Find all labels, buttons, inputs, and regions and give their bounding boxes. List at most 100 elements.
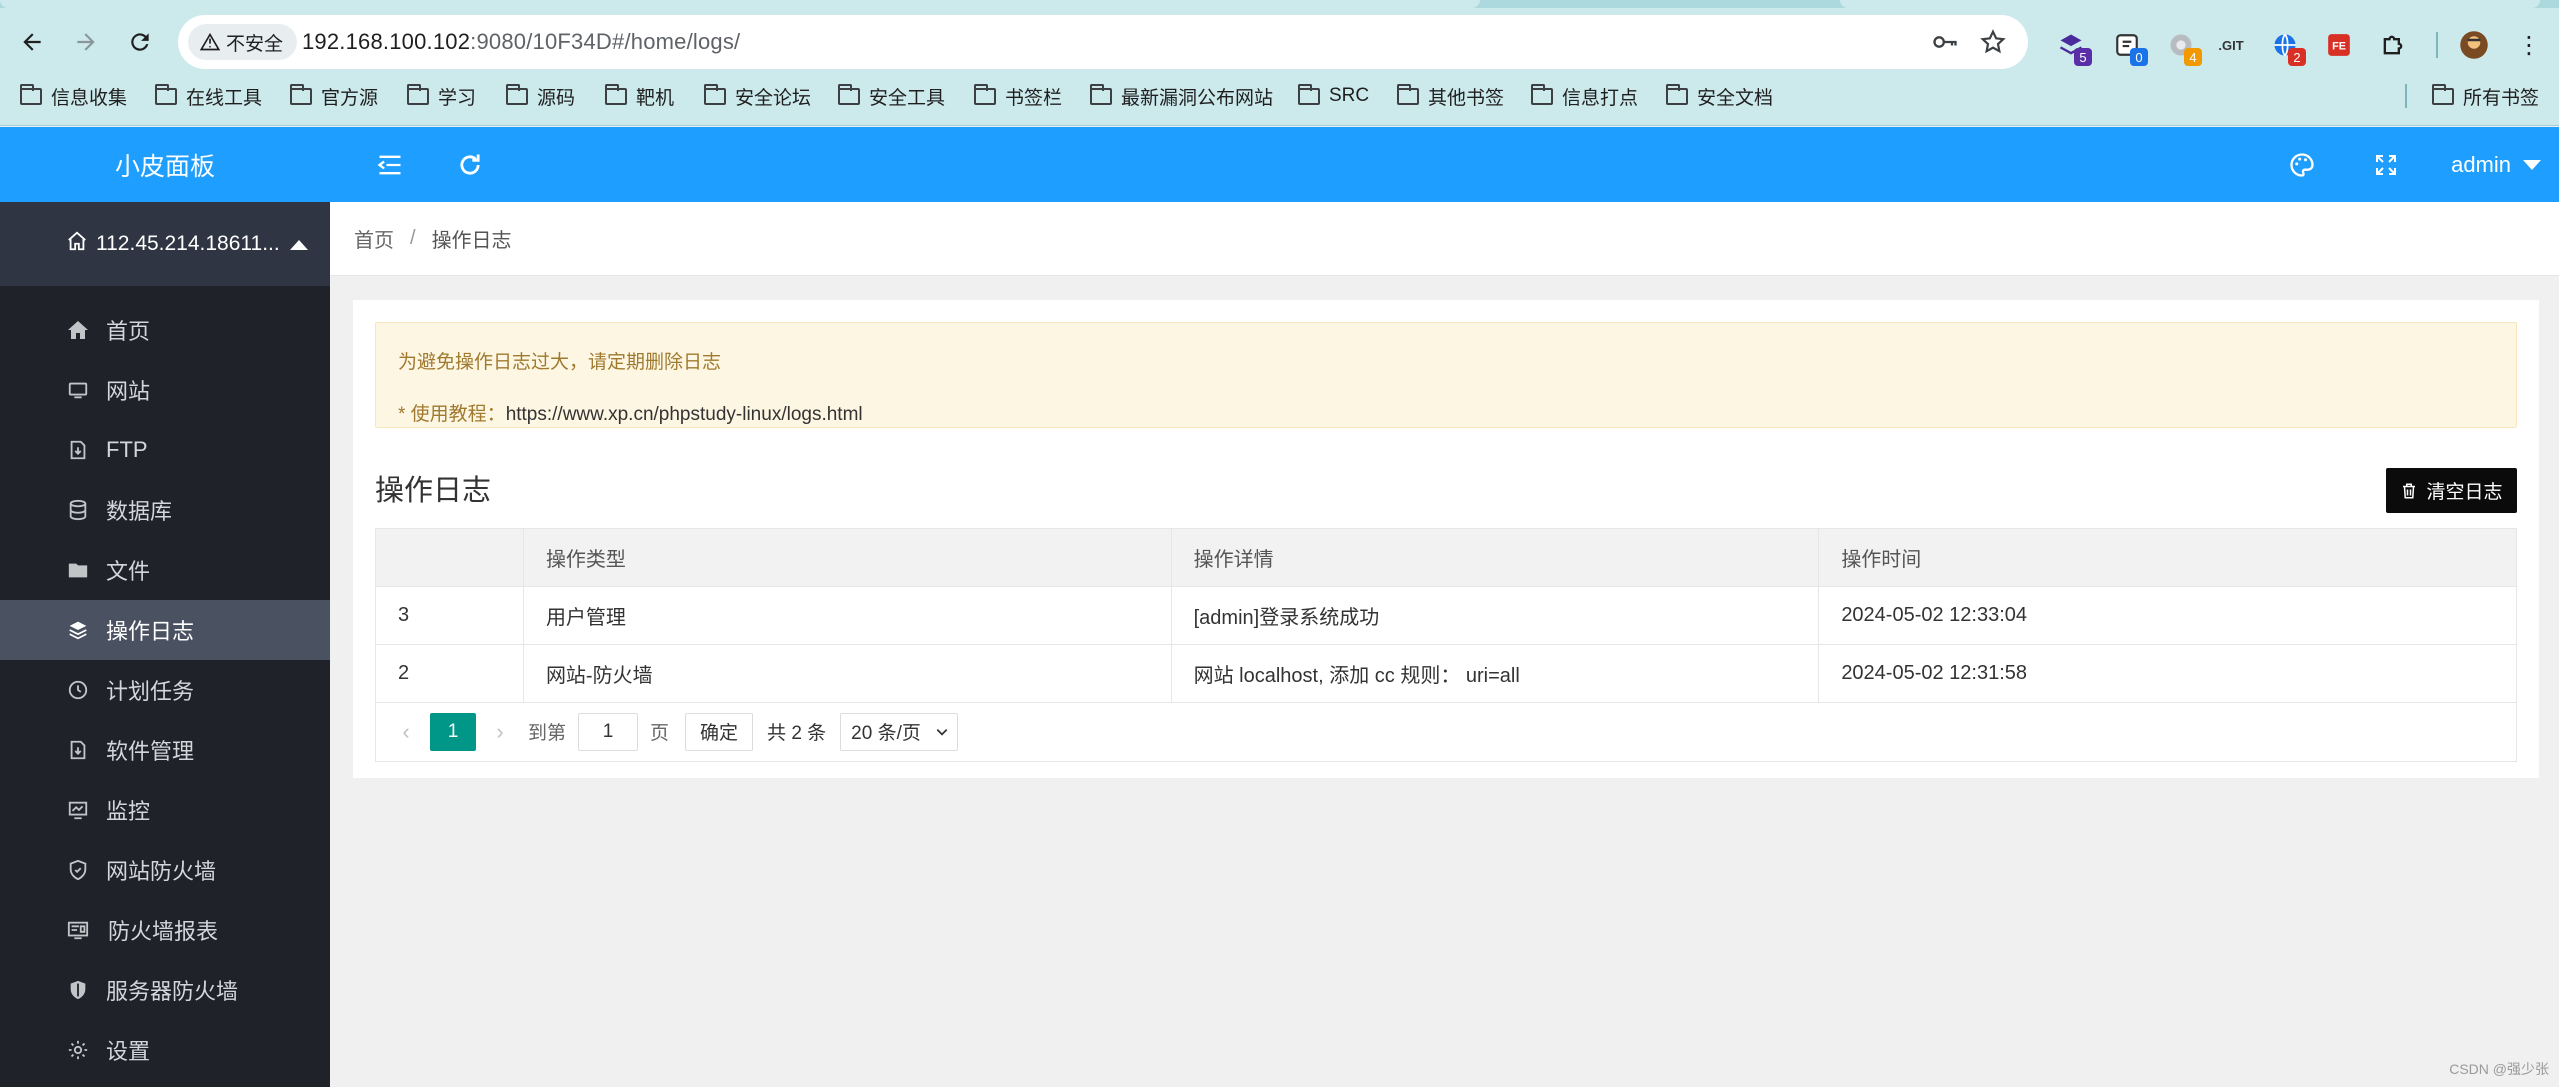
bookmark-folder[interactable]: 书签栏 xyxy=(974,76,1062,116)
bookmark-folder[interactable]: 信息收集 xyxy=(20,76,127,116)
column-header-time: 操作时间 xyxy=(1818,528,2517,587)
bookmark-folder[interactable]: 最新漏洞公布网站 xyxy=(1090,76,1273,116)
package-icon xyxy=(66,738,90,762)
bookmark-label: 安全工具 xyxy=(869,87,946,109)
user-menu[interactable]: admin xyxy=(2451,127,2541,202)
sidebar-item-website[interactable]: 网站 xyxy=(0,360,330,420)
table-header-row: 操作类型 操作详情 操作时间 xyxy=(375,528,2517,587)
reload-button[interactable] xyxy=(120,22,160,62)
bookmark-folder[interactable]: 源码 xyxy=(506,76,575,116)
watermark: CSDN @强少张 xyxy=(2449,1061,2549,1077)
shield-icon xyxy=(66,858,90,882)
sidebar-item-software[interactable]: 软件管理 xyxy=(0,720,330,780)
all-bookmarks-folder[interactable]: 所有书签 xyxy=(2432,76,2539,116)
extension-badge: 2 xyxy=(2288,48,2306,66)
chevron-right-icon: › xyxy=(496,718,504,744)
fullscreen-button[interactable] xyxy=(2366,127,2406,202)
page-number-current[interactable]: 1 xyxy=(430,712,476,751)
bookmark-star-button[interactable] xyxy=(1978,27,2008,57)
menu-fold-icon xyxy=(377,155,401,174)
extensions-menu-button[interactable] xyxy=(2376,28,2410,62)
bookmark-label: 信息打点 xyxy=(1562,87,1639,109)
column-header-detail: 操作详情 xyxy=(1170,528,1820,587)
sidebar-item-server-firewall[interactable]: 服务器防火墙 xyxy=(0,960,330,1020)
breadcrumb-separator: / xyxy=(410,227,416,249)
bookmark-folder[interactable]: 安全文档 xyxy=(1666,76,1773,116)
prev-page-button[interactable]: ‹ xyxy=(388,714,424,750)
folder-icon xyxy=(66,558,90,582)
goto-page-input[interactable] xyxy=(578,712,639,751)
sidebar-item-operation-log[interactable]: 操作日志 xyxy=(0,600,330,660)
folder-icon xyxy=(704,83,726,105)
tutorial-link[interactable]: https://www.xp.cn/phpstudy-linux/logs.ht… xyxy=(506,404,863,425)
sidebar-item-waf[interactable]: 网站防火墙 xyxy=(0,840,330,900)
host-selector[interactable]: 112.45.214.18611... xyxy=(0,202,330,286)
sidebar-item-home[interactable]: 首页 xyxy=(0,300,330,360)
bookmark-folder[interactable]: 学习 xyxy=(407,76,476,116)
home-icon xyxy=(66,318,90,342)
folder-icon xyxy=(407,83,429,105)
tab-strip xyxy=(0,0,2559,8)
bookmark-folder[interactable]: 安全论坛 xyxy=(704,76,811,116)
password-key-button[interactable] xyxy=(1930,27,1960,57)
sidebar-item-firewall-report[interactable]: 防火墙报表 xyxy=(0,900,330,960)
site-info-chip[interactable]: 不安全 xyxy=(188,24,298,60)
page-size-select[interactable]: 20 条/页 xyxy=(840,712,958,751)
extension-badge: 0 xyxy=(2130,48,2148,66)
bookmark-folder[interactable]: 信息打点 xyxy=(1531,76,1638,116)
bookmark-folder[interactable]: 靶机 xyxy=(605,76,674,116)
sidebar-item-files[interactable]: 文件 xyxy=(0,540,330,600)
bookmark-label: 信息收集 xyxy=(51,87,128,109)
breadcrumb-home[interactable]: 首页 xyxy=(354,224,394,253)
extension-proxy[interactable]: 4 xyxy=(2164,28,2202,66)
page-unit-label: 页 xyxy=(650,723,670,744)
sidebar-item-ftp[interactable]: FTP xyxy=(0,420,330,480)
bookmark-label: 书签栏 xyxy=(1005,87,1063,109)
bookmark-folder[interactable]: 其他书签 xyxy=(1397,76,1504,116)
sidebar-item-cron[interactable]: 计划任务 xyxy=(0,660,330,720)
insecure-label: 不安全 xyxy=(226,33,284,55)
theme-button[interactable] xyxy=(2282,127,2322,202)
host-address: 112.45.214.18611... xyxy=(96,232,280,255)
layers-icon xyxy=(66,618,90,642)
extension-fe[interactable]: FE xyxy=(2322,28,2356,62)
browser-menu-button[interactable]: ⋮ xyxy=(2512,28,2546,62)
server-shield-icon xyxy=(66,978,90,1002)
browser-tab[interactable] xyxy=(1840,0,2540,8)
refresh-button[interactable] xyxy=(450,127,490,202)
sidebar-item-label: 防火墙报表 xyxy=(108,919,219,944)
more-vert-icon: ⋮ xyxy=(2517,31,2541,59)
git-icon: .GIT xyxy=(2218,37,2244,53)
monitor-icon xyxy=(66,378,90,402)
bookmark-folder[interactable]: SRC xyxy=(1298,76,1369,116)
trash-icon xyxy=(2403,483,2416,498)
url-text[interactable]: 192.168.100.102:9080/10F34D#/home/logs/ xyxy=(302,15,740,69)
toggle-sidebar-button[interactable] xyxy=(370,127,410,202)
address-bar[interactable]: 不安全 192.168.100.102:9080/10F34D#/home/lo… xyxy=(178,15,2028,69)
sidebar-item-monitor[interactable]: 监控 xyxy=(0,780,330,840)
goto-confirm-button[interactable]: 确定 xyxy=(685,712,754,751)
back-button[interactable] xyxy=(12,22,52,62)
bookmark-label: 最新漏洞公布网站 xyxy=(1121,87,1274,109)
extension-globe[interactable]: 2 xyxy=(2268,28,2306,66)
clear-logs-button[interactable]: 清空日志 xyxy=(2386,468,2517,513)
extension-counter[interactable]: 0 xyxy=(2110,28,2148,66)
forward-button[interactable] xyxy=(66,22,106,62)
extension-wappalyzer[interactable]: 5 xyxy=(2054,28,2092,66)
sidebar-item-database[interactable]: 数据库 xyxy=(0,480,330,540)
next-page-button[interactable]: › xyxy=(482,714,518,750)
page-title: 操作日志 xyxy=(375,475,492,507)
active-tab[interactable] xyxy=(0,0,1480,8)
notice-text: 为避免操作日志过大，请定期删除日志 xyxy=(398,352,722,373)
sidebar-item-label: FTP xyxy=(106,437,148,462)
extension-git[interactable]: .GIT xyxy=(2214,28,2248,62)
bookmark-folder[interactable]: 官方源 xyxy=(290,76,378,116)
profile-avatar[interactable] xyxy=(2457,28,2491,62)
cell-time: 2024-05-02 12:33:04 xyxy=(1818,586,2517,645)
bookmarks-divider xyxy=(2405,84,2407,108)
extension-badge: 4 xyxy=(2184,48,2202,66)
bookmark-folder[interactable]: 安全工具 xyxy=(838,76,945,116)
bookmark-folder[interactable]: 在线工具 xyxy=(155,76,262,116)
sidebar-item-settings[interactable]: 设置 xyxy=(0,1020,330,1080)
sidebar-item-label: 网站 xyxy=(106,379,151,404)
